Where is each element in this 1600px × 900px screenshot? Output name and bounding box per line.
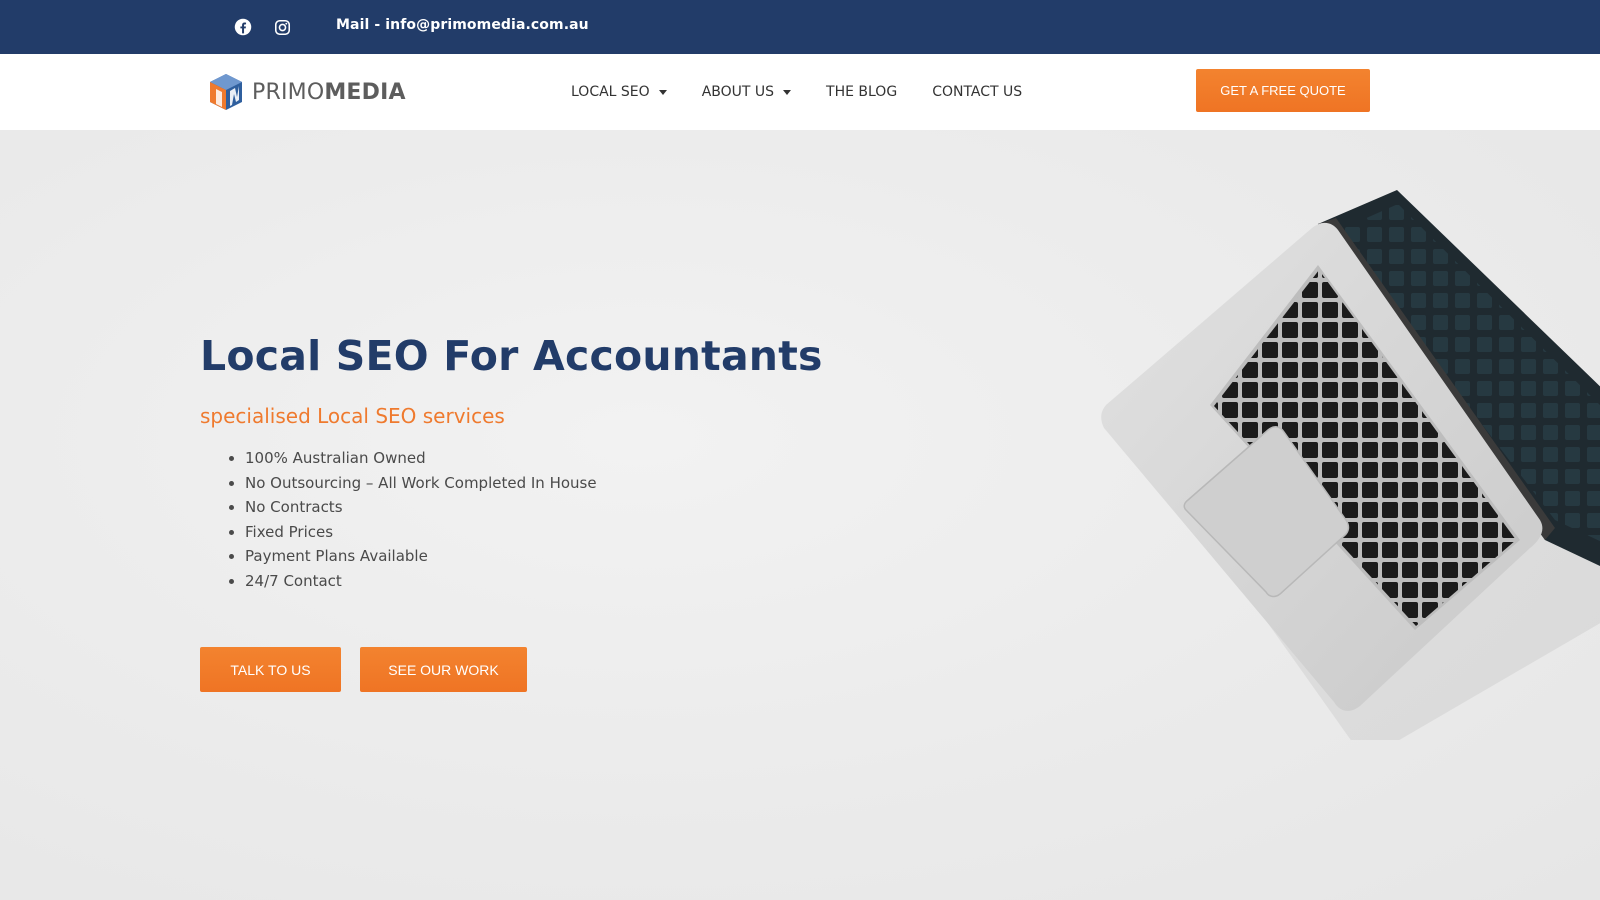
hero-title: Local SEO For Accountants	[200, 332, 823, 380]
list-item: No Outsourcing – All Work Completed In H…	[245, 471, 597, 496]
nav-local-seo[interactable]: LOCAL SEO	[571, 84, 667, 100]
list-item: Fixed Prices	[245, 520, 597, 545]
caret-down-icon	[658, 89, 667, 95]
feature-list: 100% Australian Owned No Outsourcing – A…	[245, 446, 597, 594]
nav-contact-us-label: CONTACT US	[932, 84, 1023, 100]
get-free-quote-button[interactable]: GET A FREE QUOTE	[1196, 69, 1370, 112]
logo[interactable]: PRIMOMEDIA	[208, 71, 406, 113]
mail-link[interactable]: Mail - info@primomedia.com.au	[336, 17, 589, 33]
laptop-image	[1101, 190, 1600, 740]
list-item: 24/7 Contact	[245, 569, 597, 594]
nav-about-us[interactable]: ABOUT US	[701, 84, 792, 100]
talk-to-us-button[interactable]: TALK TO US	[200, 647, 341, 692]
logo-text-media: MEDIA	[324, 79, 406, 105]
hero-subtitle: specialised Local SEO services	[200, 404, 505, 428]
facebook-icon[interactable]	[232, 16, 254, 38]
nav-about-us-label: ABOUT US	[701, 84, 775, 100]
hero-section: Local SEO For Accountants specialised Lo…	[0, 130, 1600, 900]
list-item: 100% Australian Owned	[245, 446, 597, 471]
top-bar: Mail - info@primomedia.com.au	[0, 0, 1600, 54]
logo-mark-icon	[210, 74, 242, 110]
logo-text: PRIMOMEDIA	[252, 80, 406, 105]
nav-local-seo-label: LOCAL SEO	[571, 84, 650, 100]
nav-the-blog[interactable]: THE BLOG	[826, 84, 897, 100]
see-our-work-button[interactable]: SEE OUR WORK	[360, 647, 527, 692]
caret-down-icon	[783, 89, 792, 95]
list-item: No Contracts	[245, 495, 597, 520]
logo-text-primo: PRIMO	[252, 79, 325, 105]
nav-the-blog-label: THE BLOG	[826, 84, 898, 100]
list-item: Payment Plans Available	[245, 544, 597, 569]
nav-contact-us[interactable]: CONTACT US	[932, 84, 1022, 100]
main-menu: LOCAL SEO ABOUT US THE BLOG CONTACT US	[571, 84, 1022, 100]
instagram-icon[interactable]	[271, 16, 293, 38]
